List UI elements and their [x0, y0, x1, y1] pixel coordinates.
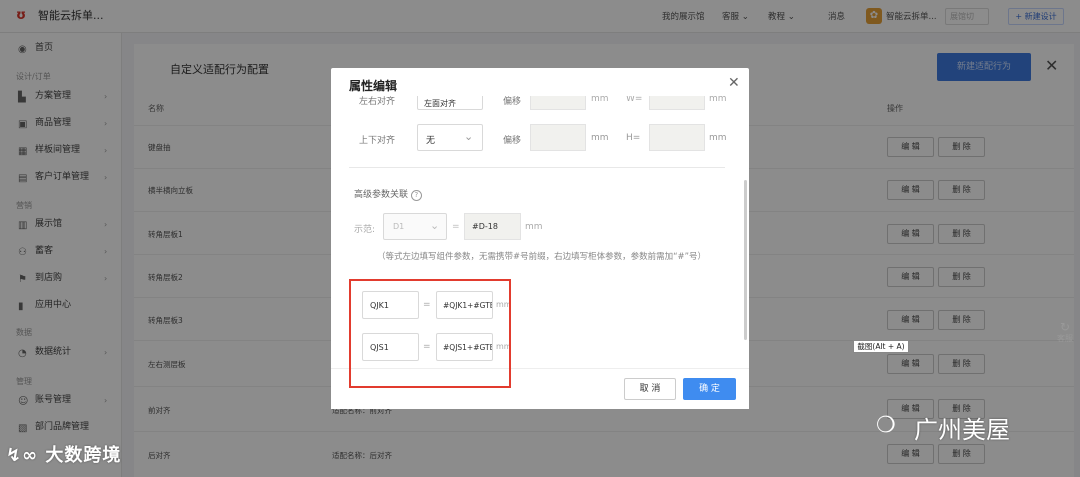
dialog-scrollbar[interactable]	[744, 180, 747, 340]
lr-w-label: W=	[626, 96, 643, 104]
brand-mark-icon: ↯∞	[6, 445, 46, 466]
side-help-label: 客服	[1057, 334, 1073, 343]
example-equals: =	[452, 222, 460, 232]
advanced-params-text: 高级参数关联	[354, 190, 409, 200]
lr-unit: mm	[591, 96, 609, 104]
watermark-left-text: 大数跨境	[45, 445, 122, 466]
ud-align-value: 无	[426, 136, 436, 146]
close-icon[interactable]: ✕	[728, 75, 740, 91]
ud-offset-input[interactable]	[530, 124, 586, 151]
example-unit: mm	[525, 222, 543, 232]
ud-align-label: 上下对齐	[359, 136, 396, 146]
watermark-right: 广州美屋	[914, 416, 1010, 444]
dialog-title: 属性编辑	[349, 79, 398, 93]
advanced-params-label: 高级参数关联 ?	[354, 187, 422, 201]
refresh-icon: ↻	[1059, 320, 1071, 334]
params-hint: （等式左边填写组件参数，无需携带#号前缀，右边填写柜体参数，参数前需加“#”号）	[377, 252, 707, 262]
ud-h-input[interactable]	[649, 124, 705, 151]
screenshot-tooltip: 截图(Alt + A)	[853, 340, 909, 353]
watermark-left: ↯∞ 大数跨境	[6, 441, 121, 467]
confirm-button[interactable]: 确 定	[683, 378, 736, 400]
example-label: 示范:	[354, 225, 376, 235]
example-select-value: D1	[393, 222, 405, 231]
chevron-down-icon: ⌄	[430, 219, 440, 232]
ud-offset-label: 偏移	[503, 136, 522, 146]
ud-h-unit: mm	[709, 133, 727, 143]
example-value: #D-18	[464, 213, 521, 240]
lr-w-input[interactable]	[649, 96, 705, 110]
lr-align-label: 左右对齐	[359, 97, 396, 107]
highlight-box	[349, 279, 511, 388]
chevron-down-icon: ⌄	[464, 130, 474, 143]
example-select: D1 ⌄	[383, 213, 447, 240]
lr-offset-label: 偏移	[503, 97, 522, 107]
lr-offset-input[interactable]	[530, 96, 586, 110]
lr-align-select[interactable]: 左面对齐	[417, 96, 483, 110]
ud-unit: mm	[591, 133, 609, 143]
section-divider	[349, 167, 725, 168]
cancel-button[interactable]: 取 消	[624, 378, 676, 400]
help-circle-icon[interactable]: ?	[410, 190, 422, 201]
wechat-icon: ❍	[876, 413, 896, 438]
side-help-button[interactable]: ↻ 客服	[1053, 320, 1077, 354]
ud-align-select[interactable]: 无 ⌄	[417, 124, 483, 151]
lr-w-unit: mm	[709, 96, 727, 104]
ud-h-label: H=	[626, 133, 641, 143]
